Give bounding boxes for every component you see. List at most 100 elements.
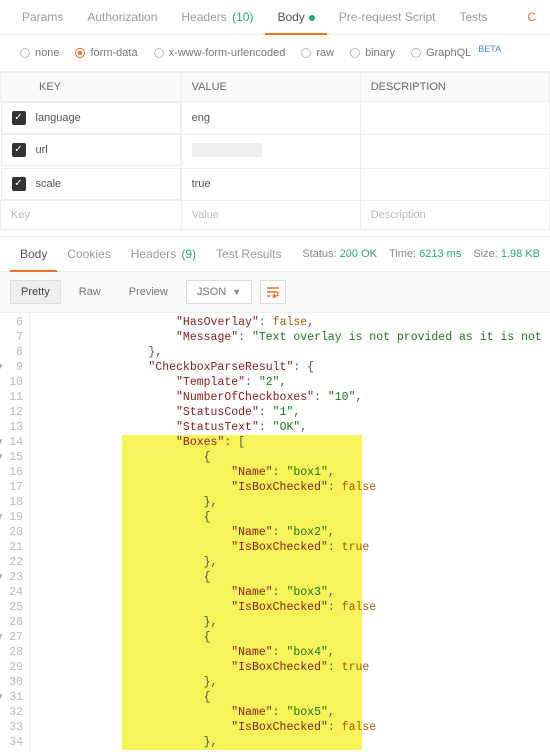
request-tabs: Params Authorization Headers (10) Body P… [0,0,550,35]
size-label: Size: [473,248,497,260]
radio-icon [20,48,30,58]
response-toolbar: Pretty Raw Preview JSON ▼ [0,272,550,313]
code-line: }, [38,345,550,360]
redacted-value [192,143,262,157]
beta-badge: BETA [478,44,501,54]
resp-tab-body[interactable]: Body [10,237,57,271]
view-pretty[interactable]: Pretty [10,280,61,304]
code-line: "StatusCode": "1", [38,405,550,420]
unsaved-dot-icon [309,15,315,21]
value-cell[interactable]: eng [181,102,360,135]
radio-urlencoded[interactable]: x-www-form-urlencoded [148,45,292,61]
size-value: 1.98 KB [501,248,540,260]
code-line: }, [38,675,550,690]
code-line: { [38,450,550,465]
code-line: "StatusText": "OK", [38,420,550,435]
desc-cell[interactable] [360,134,549,168]
tab-tests[interactable]: Tests [448,0,500,34]
status-label: Status: [302,248,336,260]
status-value: 200 OK [340,248,377,260]
code-line: "IsBoxChecked": false [38,480,550,495]
fold-icon[interactable]: ▾ [0,570,3,585]
code-line: "Name": "box2", [38,525,550,540]
fold-icon[interactable]: ▾ [0,450,3,465]
code-line: }, [38,735,550,750]
radio-gql-label: GraphQL [426,47,471,59]
key-cell[interactable]: language [36,112,81,124]
code-line: "Name": "box1", [38,465,550,480]
headers-count: (10) [232,10,253,24]
desc-cell[interactable] [360,168,549,201]
radio-binary-label: binary [365,47,395,59]
desc-cell[interactable] [360,102,549,135]
col-value: VALUE [181,73,360,102]
code-line: "IsBoxChecked": true [38,540,550,555]
code-line: "CheckboxParseResult": { [38,360,550,375]
radio-icon [411,48,421,58]
body-type-radios: none form-data x-www-form-urlencoded raw… [0,35,550,72]
resp-tab-tests[interactable]: Test Results [206,237,291,271]
key-cell[interactable]: scale [36,178,62,190]
radio-graphql[interactable]: GraphQL BETA [405,45,507,61]
response-body[interactable]: 6789▾1011121314▾15▾16171819▾20212223▾242… [0,313,550,752]
view-raw[interactable]: Raw [69,281,111,303]
tab-headers[interactable]: Headers (10) [169,0,265,34]
resp-tab-cookies[interactable]: Cookies [57,237,120,271]
tab-pre-request[interactable]: Pre-request Script [327,0,448,34]
radio-icon [301,48,311,58]
fold-icon[interactable]: ▾ [0,630,3,645]
code-line: "Name": "box5", [38,705,550,720]
resp-tab-headers[interactable]: Headers (9) [121,237,206,271]
radio-icon [350,48,360,58]
code-line: "Boxes": [ [38,435,550,450]
code-line: "Message": "Text overlay is not provided… [38,330,550,345]
response-tabs: Body Cookies Headers (9) Test Results St… [0,236,550,272]
chevron-down-icon: ▼ [232,287,241,297]
row-checkbox[interactable]: ✓ [12,177,26,191]
tab-authorization[interactable]: Authorization [75,0,169,34]
col-key: KEY [1,73,182,102]
radio-raw-label: raw [316,47,334,59]
view-preview[interactable]: Preview [119,281,178,303]
format-select[interactable]: JSON ▼ [186,280,252,304]
code-line: "Template": "2", [38,375,550,390]
radio-form-label: form-data [90,47,137,59]
time-value: 6213 ms [419,248,461,260]
code-line: { [38,690,550,705]
row-checkbox[interactable]: ✓ [12,111,26,125]
table-row: ✓ scale true [1,168,550,201]
code-line: "IsBoxChecked": false [38,600,550,615]
value-cell[interactable]: true [181,168,360,201]
wrap-lines-button[interactable] [260,280,286,304]
row-checkbox[interactable]: ✓ [12,143,26,157]
key-placeholder[interactable]: Key [11,209,30,221]
tab-params[interactable]: Params [10,0,75,34]
code-line: }, [38,615,550,630]
radio-url-label: x-www-form-urlencoded [169,47,286,59]
key-cell[interactable]: url [36,144,48,156]
radio-icon [75,48,85,58]
fold-icon[interactable]: ▾ [0,690,3,705]
format-label: JSON [197,286,226,298]
value-cell[interactable] [181,134,360,168]
fold-icon[interactable]: ▾ [0,510,3,525]
code-line: "NumberOfCheckboxes": "10", [38,390,550,405]
radio-raw[interactable]: raw [295,45,340,61]
radio-binary[interactable]: binary [344,45,401,61]
tab-code[interactable]: C [515,0,540,34]
radio-none[interactable]: none [14,45,65,61]
fold-icon[interactable]: ▾ [0,435,3,450]
fold-icon[interactable]: ▾ [0,360,3,375]
desc-placeholder[interactable]: Description [371,209,426,221]
col-description: DESCRIPTION [360,73,549,102]
tab-body-label: Body [277,10,304,24]
code-line: "IsBoxChecked": true [38,660,550,675]
form-data-table: KEY VALUE DESCRIPTION ✓ language eng ✓ url ✓ s… [0,72,550,230]
code-line: "IsBoxChecked": false [38,720,550,735]
value-placeholder[interactable]: Value [192,209,219,221]
time-label: Time: [389,248,416,260]
radio-form-data[interactable]: form-data [69,45,143,61]
code-line: }, [38,495,550,510]
tab-body[interactable]: Body [265,0,326,34]
table-row: ✓ language eng [1,102,550,135]
